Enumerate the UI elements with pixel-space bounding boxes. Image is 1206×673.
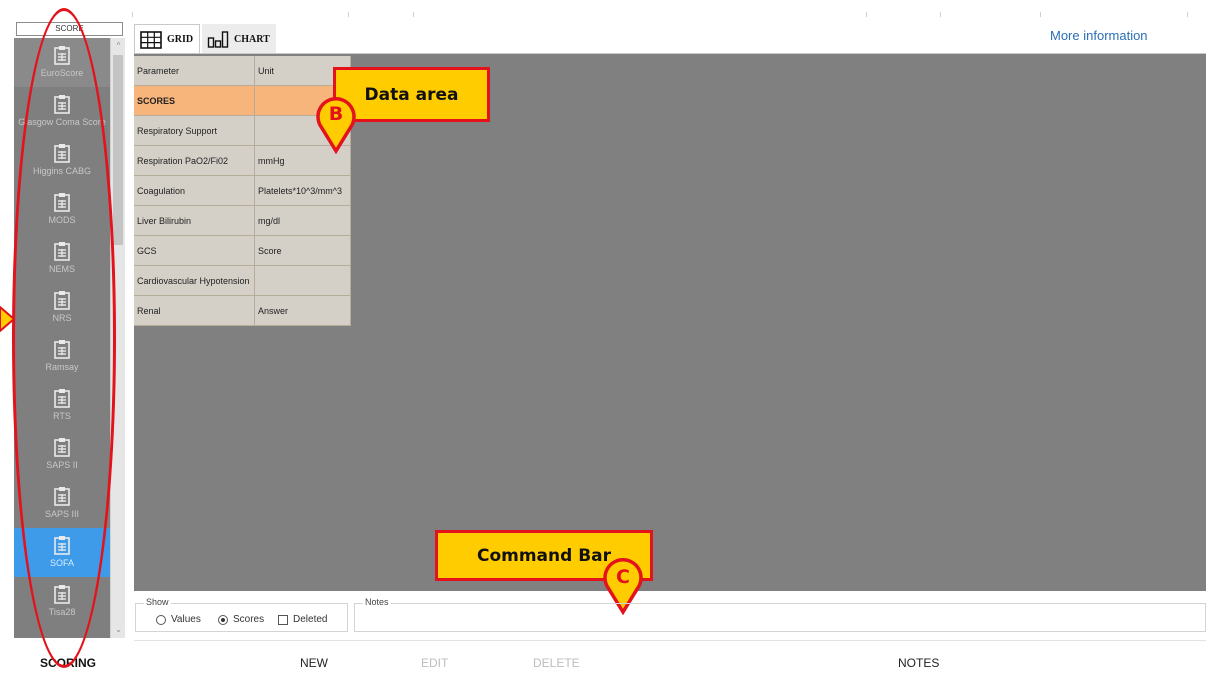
tab-grid[interactable]: GRID [134,24,200,54]
deleted-checkbox-label: Deleted [293,614,328,625]
column-header-parameter: Parameter [134,56,255,85]
deleted-checkbox[interactable]: Deleted [278,614,327,625]
row-parameter: GCS [134,236,255,265]
marker-pin-b-icon: B [316,97,356,154]
table-row[interactable]: Coagulation Platelets*10^3/mm^3 [134,176,351,206]
chevron-up-icon[interactable]: ^ [111,38,125,53]
command-bar-divider [134,640,1206,641]
row-parameter: Cardiovascular Hypotension [134,266,255,295]
scores-radio[interactable]: Scores [218,614,264,625]
row-unit: Score [255,236,351,265]
row-parameter: Coagulation [134,176,255,205]
command-bar-callout-label: Command Bar [476,545,612,566]
edit-button[interactable]: EDIT [421,656,448,670]
row-parameter: SCORES [134,86,255,115]
callout-arrow-icon [0,306,16,332]
table-row[interactable]: GCS Score [134,236,351,266]
grid-icon [140,30,162,49]
table-row[interactable]: Liver Bilirubin mg/dl [134,206,351,236]
row-unit: Platelets*10^3/mm^3 [255,176,351,205]
tab-chart[interactable]: CHART [202,24,276,54]
delete-button[interactable]: DELETE [533,656,580,670]
values-radio[interactable]: Values [156,614,201,625]
radio-checked-icon [218,614,228,625]
notes-legend: Notes [363,597,391,607]
notes-button[interactable]: NOTES [898,656,939,670]
marker-b-letter: B [329,103,343,125]
table-row[interactable]: Renal Answer [134,296,351,326]
new-button[interactable]: NEW [300,656,328,670]
radio-unchecked-icon [156,614,166,625]
row-parameter: Renal [134,296,255,325]
row-unit: mg/dl [255,206,351,235]
tab-chart-label: CHART [234,33,270,45]
tab-grid-label: GRID [167,34,194,45]
row-parameter: Respiration PaO2/Fi02 [134,146,255,175]
table-row[interactable]: Cardiovascular Hypotension [134,266,351,296]
table-header-row: Parameter Unit [134,56,351,86]
row-unit [255,266,351,295]
show-legend: Show [144,597,171,607]
sidebar-highlight-ellipse [12,8,116,668]
marker-c-letter: C [616,566,630,588]
more-information-link[interactable]: More information [1050,28,1148,43]
data-area-callout-label: Data area [364,84,459,105]
notes-field[interactable]: Notes [354,597,1206,632]
values-radio-label: Values [171,614,201,625]
bar-chart-icon [207,31,229,48]
row-unit: Answer [255,296,351,325]
checkbox-icon [278,614,288,625]
row-parameter: Respiratory Support [134,116,255,145]
show-filter-group: Show Values Scores Deleted [135,597,348,632]
chevron-down-icon[interactable]: ⌄ [111,622,125,637]
scrollbar-thumb[interactable] [113,55,123,245]
row-parameter: Liver Bilirubin [134,206,255,235]
scores-radio-label: Scores [233,614,265,625]
